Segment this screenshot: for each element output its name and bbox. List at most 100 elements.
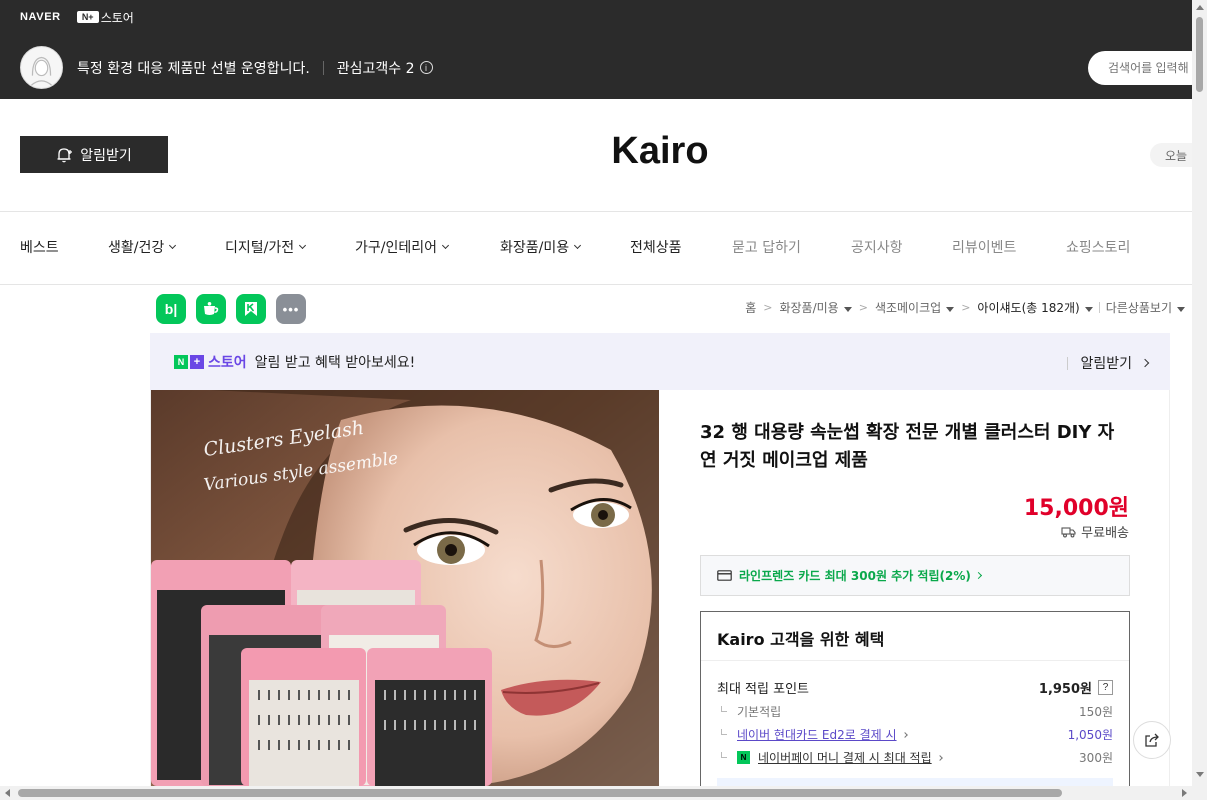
chevron-right-icon [974,571,982,580]
nav-item-qna[interactable]: 묻고 답하기 [732,237,801,257]
nplus-store-logo: N + 스토어 [174,352,247,372]
share-floating-button[interactable] [1133,721,1171,759]
nav-item-review-event[interactable]: 리뷰이벤트 [952,237,1016,257]
scroll-left-arrow-icon[interactable] [5,789,10,797]
nplus-store-logo[interactable]: N+ 스토어 [76,9,134,26]
store-info: 특정 환경 대응 제품만 선별 운영합니다. 관심고객수 2 i [20,46,433,89]
npay-benefit-link[interactable]: 네이버페이 머니 결제 시 최대 적립 [758,749,932,766]
tree-corner-icon [721,706,727,712]
breadcrumb-label: 아이섀도 [977,301,1022,315]
kboard-share-icon[interactable] [236,294,266,324]
breadcrumb-separator: > [961,301,971,314]
nav-item-furniture[interactable]: 가구/인테리어 [355,237,450,257]
nplus-mark: N+ [76,11,99,23]
nav-item-shopping-story[interactable]: 쇼핑스토리 [1066,237,1130,257]
follower-count: 관심고객수 2 i [337,58,433,78]
plus-mark: + [190,354,204,369]
cafe-share-icon[interactable] [196,294,226,324]
share-buttons: b| ••• [156,294,306,324]
customer-benefits: Kairo 고객을 위한 혜택 최대 적립 포인트 1,950원 ? 기본적립 … [700,611,1130,792]
benefit-row-card: 네이버 현대카드 Ed2로 결제 시 1,050원 [717,726,1113,743]
credit-card-icon [717,570,732,581]
dropdown-arrow-icon [1084,307,1093,312]
product-title: 32 행 대용량 속눈썹 확장 전문 개별 클러스터 DIY 자연 거짓 메이크… [700,422,1115,471]
horizontal-scrollbar[interactable] [0,786,1207,800]
more-share-icon[interactable]: ••• [276,294,306,324]
info-icon[interactable]: i [419,61,433,74]
breadcrumb-category-3[interactable]: 아이섀도(총 182개) [977,299,1093,316]
share-icon [1145,733,1159,747]
card-promo-link[interactable]: 라인프렌즈 카드 최대 300원 추가 적립(2%) [700,555,1130,596]
benefit-row-npay: N 네이버페이 머니 결제 시 최대 적립 300원 [717,749,1113,766]
breadcrumb-category-1[interactable]: 화장품/미용 [779,299,852,316]
product-image[interactable]: Clusters Eyelash Various style assemble [151,390,659,786]
divider [0,284,1192,285]
benefit-value: 300원 [1079,751,1113,765]
nav-label: 화장품/미용 [500,240,570,256]
cup-icon [204,302,219,315]
benefit-value: 150원 [1079,705,1113,719]
scroll-right-arrow-icon[interactable] [1182,789,1187,797]
chevron-down-icon [299,241,307,250]
max-points-row: 최대 적립 포인트 1,950원 ? [717,678,1113,697]
bookmark-k-icon [245,302,257,316]
category-nav: 베스트 생활/건강 디지털/가전 가구/인테리어 화장품/미용 전체상품 묻고 … [0,237,1192,257]
tree-corner-icon [721,752,727,758]
nav-item-notice[interactable]: 공지사항 [851,237,903,257]
store-top-bar: NAVER N+ 스토어 특정 환경 대응 제품만 선별 운영합니다. 관심고객… [0,0,1207,99]
dropdown-arrow-icon [1177,307,1185,312]
chevron-right-icon [901,731,908,738]
npay-icon: N [737,751,750,764]
divider [1067,356,1069,370]
divider [701,660,1129,661]
breadcrumb-home[interactable]: 홈 [745,299,756,316]
max-points-label: 최대 적립 포인트 [717,682,809,697]
benefit-label-wrap: N 네이버페이 머니 결제 시 최대 적립 [717,749,1079,766]
nav-item-cosmetics[interactable]: 화장품/미용 [500,237,582,257]
breadcrumb-label: 색조메이크업 [874,301,942,315]
breadcrumb-category-2[interactable]: 색조메이크업 [874,299,955,316]
nav-item-best[interactable]: 베스트 [20,237,59,257]
chevron-down-icon [169,241,177,250]
banner-notify-label: 알림받기 [1080,356,1132,372]
store-avatar[interactable] [20,46,63,89]
chevron-right-icon [1140,358,1150,368]
benefit-row-basic: 기본적립 150원 [717,703,1113,720]
help-icon[interactable]: ? [1098,680,1113,695]
shipping-info: 무료배송 [1061,522,1129,541]
tree-corner-icon [721,729,727,735]
chevron-down-icon [574,241,582,250]
nav-item-living-health[interactable]: 생활/건강 [108,237,177,257]
truck-icon [1061,526,1076,537]
max-points-value: 1,950원 [1038,682,1092,697]
scroll-up-arrow-icon[interactable] [1196,5,1204,10]
nav-label: 가구/인테리어 [355,240,437,256]
divider [0,211,1192,212]
nav-item-all-products[interactable]: 전체상품 [630,237,682,257]
breadcrumb-separator: > [763,301,773,314]
naver-logo[interactable]: NAVER [20,11,61,23]
vertical-scrollbar[interactable] [1192,0,1207,786]
nav-item-digital[interactable]: 디지털/가전 [225,237,307,257]
nav-label: 생활/건강 [108,240,165,256]
vertical-scroll-thumb[interactable] [1196,17,1203,92]
chevron-down-icon [441,241,450,250]
horizontal-scroll-thumb[interactable] [18,789,1062,797]
card-benefit-link[interactable]: 네이버 현대카드 Ed2로 결제 시 [737,726,897,743]
nav-label: 쇼핑스토리 [1066,240,1131,256]
breadcrumb-separator: > [858,301,868,314]
store-name[interactable]: Kairo [0,130,1207,173]
brand-row: NAVER N+ 스토어 [20,9,134,25]
nav-label: 묻고 답하기 [732,240,801,256]
search-input[interactable] [1088,51,1207,85]
benefits-title: Kairo 고객을 위한 혜택 [717,630,885,649]
other-products-dropdown[interactable]: 다른상품보기 [1106,299,1185,316]
product-price: 15,000원 [1023,496,1129,521]
breadcrumb-count: (총 182개) [1021,301,1080,315]
banner-notify-link[interactable]: 알림받기 [1067,353,1150,373]
notification-banner: N + 스토어 알림 받고 혜택 받아보세요! 알림받기 [150,333,1170,390]
blog-share-icon[interactable]: b| [156,294,186,324]
benefit-label-wrap: 네이버 현대카드 Ed2로 결제 시 [717,726,1068,743]
store-word: 스토어 [208,354,247,371]
scroll-down-arrow-icon[interactable] [1196,772,1204,777]
